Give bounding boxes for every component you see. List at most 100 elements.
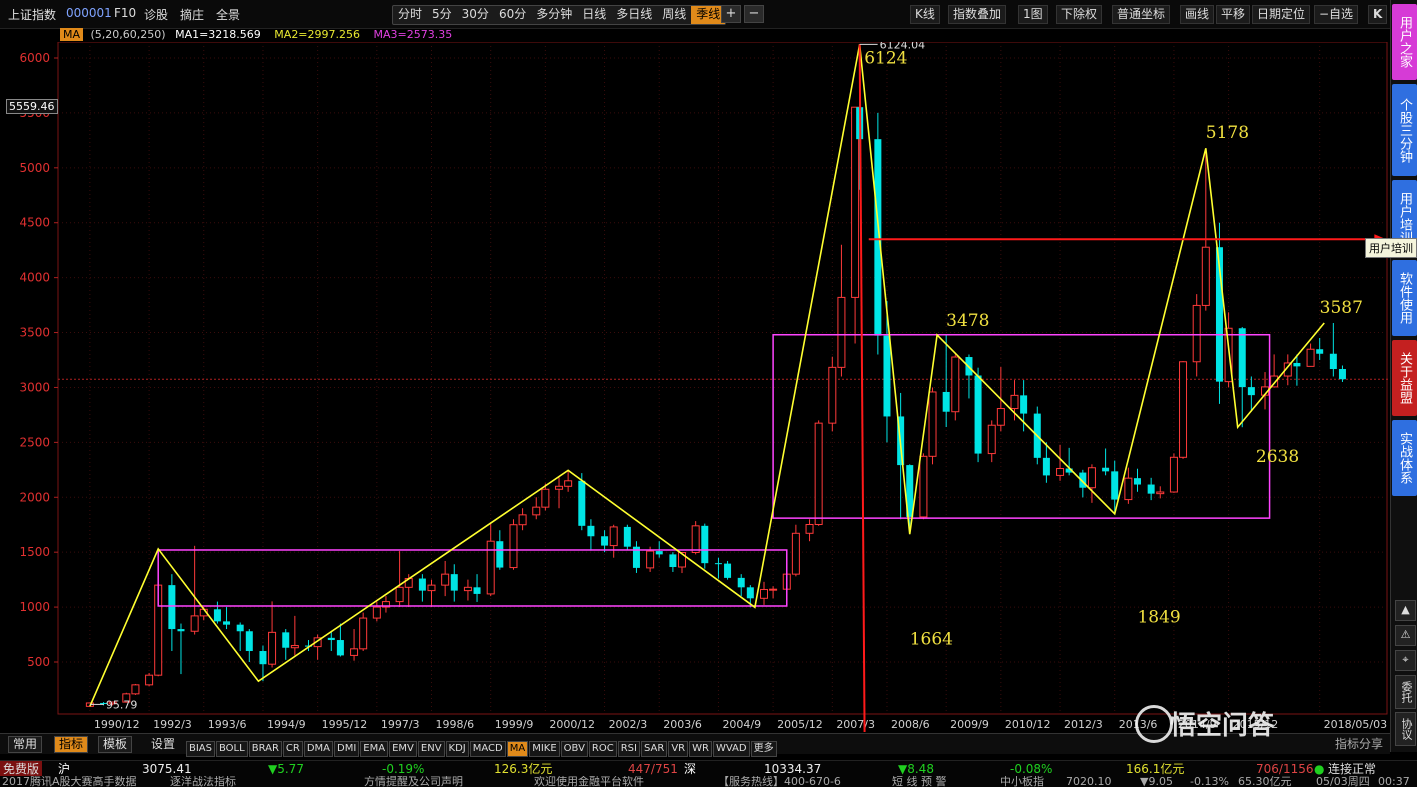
news-item[interactable]: 05/03周四 <box>1316 776 1370 787</box>
indicator-bias[interactable]: BIAS <box>186 741 215 757</box>
news-item[interactable]: 短 线 预 警 <box>892 776 947 787</box>
period-tab-fenshi[interactable]: 分时 <box>393 6 427 24</box>
indicator-share[interactable]: 指标分享 <box>1330 736 1388 753</box>
candle-body-up <box>1192 304 1201 363</box>
period-tab-30min[interactable]: 30分 <box>457 6 494 24</box>
indicator-wvad[interactable]: WVAD <box>712 741 750 757</box>
indicator-macd[interactable]: MACD <box>469 741 506 757</box>
x-tick-label: 1998/6 <box>435 718 474 731</box>
candle-body-down <box>327 637 335 641</box>
ma-selector[interactable]: MA <box>60 28 84 41</box>
period-tab-day[interactable]: 日线 <box>577 6 611 24</box>
bell-icon[interactable]: ▲ <box>1395 600 1416 621</box>
kline-type-dropdown[interactable]: K线 <box>910 5 940 24</box>
candle-body-down <box>1147 484 1155 494</box>
news-item[interactable]: 7020.10 <box>1066 776 1112 787</box>
indicator-更多[interactable]: 更多 <box>750 741 777 757</box>
news-item[interactable]: 中小板指 <box>1000 776 1044 787</box>
date-locate-button[interactable]: 日期定位 <box>1252 5 1311 24</box>
adjust-dropdown[interactable]: 下除权 <box>1056 5 1103 24</box>
low-marker-label: 95.79 <box>106 698 138 711</box>
draw-line-button[interactable]: 画线 <box>1180 5 1215 24</box>
candle-body-up <box>759 589 768 599</box>
news-item[interactable]: 65.30亿元 <box>1238 776 1292 787</box>
sidebar-entrust[interactable]: 委托 <box>1395 675 1416 709</box>
news-item[interactable]: 方情提醒及公司声明 <box>364 776 463 787</box>
sidebar-agreement[interactable]: 协议 <box>1395 712 1416 746</box>
candle-body-up <box>532 506 541 516</box>
indicator-emv[interactable]: EMV <box>389 741 417 757</box>
menu-overview[interactable]: 全景 <box>216 6 240 23</box>
zoom-out-button[interactable]: − <box>744 5 764 23</box>
news-item[interactable]: 00:37 <box>1378 776 1410 787</box>
layout-dropdown[interactable]: 1图 <box>1018 5 1048 24</box>
news-item[interactable]: -0.13% <box>1190 776 1229 787</box>
indicator-dmi[interactable]: DMI <box>334 741 360 757</box>
candle-body-down <box>578 480 586 526</box>
period-tab-multiday[interactable]: 多日线 <box>611 6 657 24</box>
zoom-in-button[interactable]: + <box>721 5 741 23</box>
news-scroller[interactable]: 2017腾讯A股大赛高手数据 逐洋战法指标 方情提醒及公司声明 欢迎使用金融平台软件 【… <box>0 776 1417 787</box>
indicator-mike[interactable]: MIKE <box>529 741 560 757</box>
index-overlay-dropdown[interactable]: 指数叠加 <box>948 5 1007 24</box>
sidebar-tab-stock-3min[interactable]: 个股三分钟 <box>1392 84 1417 176</box>
indicator-rsi[interactable]: RSI <box>617 741 640 757</box>
tab-indicator[interactable]: 指标 <box>54 736 89 753</box>
menu-zhaizhuang[interactable]: 摘庄 <box>180 6 204 23</box>
x-tick-label: 2007/3 <box>836 718 875 731</box>
connection-status: 连接正常 <box>1328 762 1377 776</box>
indicator-kdj[interactable]: KDJ <box>445 741 469 757</box>
news-item[interactable]: 欢迎使用金融平台软件 <box>534 776 644 787</box>
candle-body-down <box>974 375 982 454</box>
tab-template[interactable]: 模板 <box>98 736 133 753</box>
candle-body-down <box>883 335 891 417</box>
ma-params: (5,20,60,250) <box>90 28 166 41</box>
sidebar-tab-software-use[interactable]: 软件使用 <box>1392 260 1417 336</box>
period-tab-5min[interactable]: 5分 <box>427 6 457 24</box>
axis-dropdown[interactable]: 普通坐标 <box>1112 5 1171 24</box>
candle-body-up <box>814 422 823 526</box>
candle-body-down <box>601 536 609 546</box>
indicator-sar[interactable]: SAR <box>640 741 668 757</box>
indicator-roc[interactable]: ROC <box>588 741 617 757</box>
indicator-env[interactable]: ENV <box>417 741 445 757</box>
indicator-boll[interactable]: BOLL <box>216 741 248 757</box>
indicator-ma[interactable]: MA <box>506 741 529 757</box>
period-tab-multimin[interactable]: 多分钟 <box>531 6 577 24</box>
watchlist-dropdown[interactable]: −自选 <box>1314 5 1359 24</box>
candle-body-up <box>1179 361 1188 458</box>
candle-body-up <box>837 296 846 368</box>
indicator-vr[interactable]: VR <box>668 741 689 757</box>
news-item[interactable]: 2017腾讯A股大赛高手数据 <box>2 776 137 787</box>
indicator-ema[interactable]: EMA <box>360 741 389 757</box>
news-item[interactable]: ▼9.05 <box>1140 776 1173 787</box>
menu-diagnose[interactable]: 诊股 <box>144 6 168 23</box>
kline-chart[interactable]: 1990/12 1992/3 1993/6 1994/9 1995/12 1997/3 19… <box>0 42 1388 732</box>
right-sidebar: 用户之家 个股三分钟 用户培训 软件使用 关于益盟 实战体系 ▲ ⚠ ⌖ 委托 … <box>1390 0 1417 752</box>
news-item[interactable]: 逐洋战法指标 <box>170 776 236 787</box>
y-tick-label: 3500 <box>19 326 50 340</box>
close-k-button[interactable]: K <box>1368 5 1388 24</box>
candle-body-up <box>791 532 800 575</box>
indicator-brar[interactable]: BRAR <box>248 741 282 757</box>
indicator-dma[interactable]: DMA <box>303 741 334 757</box>
indicator-obv[interactable]: OBV <box>560 741 588 757</box>
alarm-icon[interactable]: ⚠ <box>1395 625 1416 646</box>
tab-common[interactable]: 常用 <box>8 736 43 753</box>
indicator-cr[interactable]: CR <box>282 741 303 757</box>
indicator-wr[interactable]: WR <box>689 741 712 757</box>
candle-body-down <box>223 621 231 625</box>
pan-button[interactable]: 平移 <box>1216 5 1251 24</box>
indicator-list: BIAS BOLL BRAR CR DMA DMI EMA EMV ENV KDJ MACD MA MI… <box>186 736 778 757</box>
menu-f10[interactable]: F10 <box>114 6 136 20</box>
period-tab-week[interactable]: 周线 <box>657 6 691 24</box>
news-item[interactable]: 【服务热线】400-670-6 <box>718 776 841 787</box>
tab-settings[interactable]: 设置 <box>146 736 180 753</box>
sidebar-tab-practice[interactable]: 实战体系 <box>1392 420 1417 496</box>
period-tab-60min[interactable]: 60分 <box>494 6 531 24</box>
candle-body-down <box>418 578 426 591</box>
x-tick-label: 1990/12 <box>94 718 140 731</box>
crop-icon[interactable]: ⌖ <box>1395 650 1416 671</box>
sidebar-tab-about[interactable]: 关于益盟 <box>1392 340 1417 416</box>
sidebar-tab-user-home[interactable]: 用户之家 <box>1392 4 1417 80</box>
